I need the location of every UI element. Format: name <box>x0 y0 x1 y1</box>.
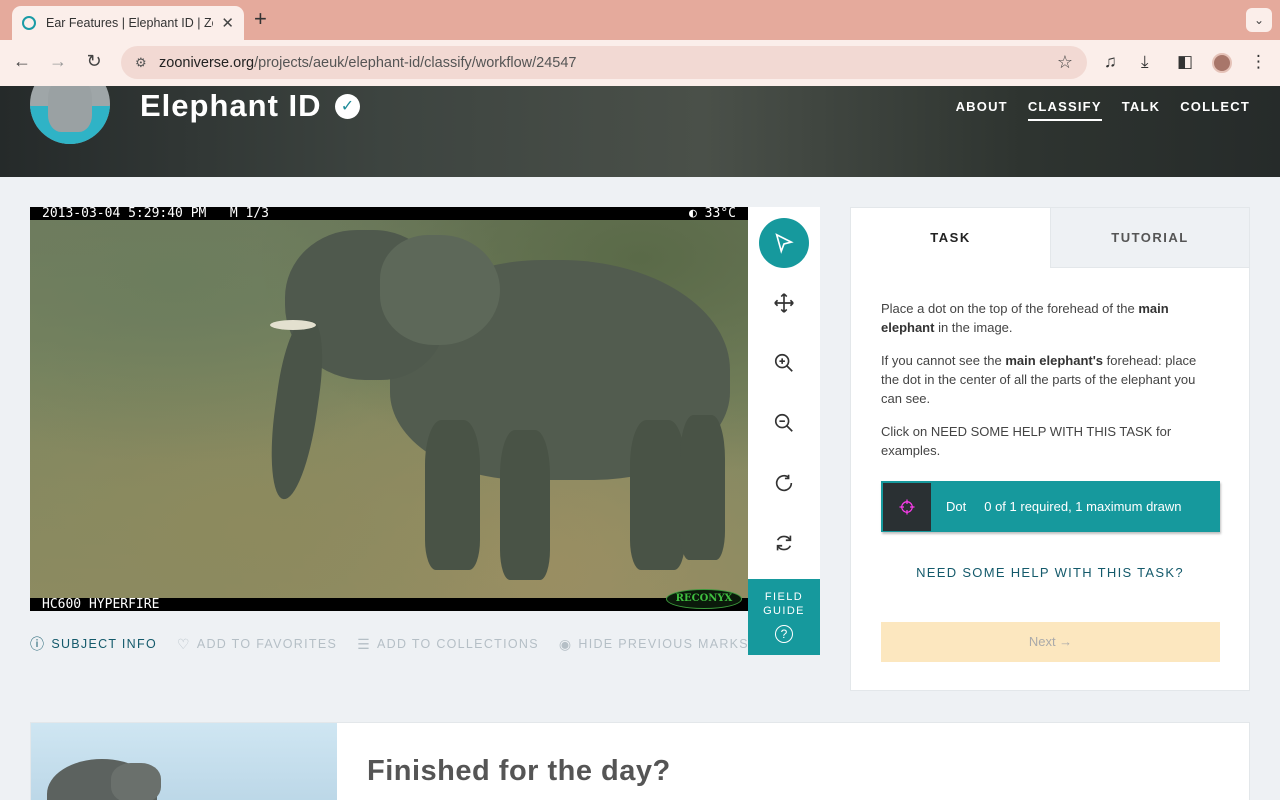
dot-tool-label: Dot <box>946 499 967 514</box>
eye-icon: ◉ <box>558 635 573 652</box>
field-guide-line1: FIELD <box>764 591 804 603</box>
hide-marks-label: HIDE PREVIOUS MARKS <box>578 637 749 651</box>
collections-label: ADD TO COLLECTIONS <box>376 637 539 651</box>
dot-tool-button[interactable]: Dot 0 of 1 required, 1 maximum drawn <box>881 481 1220 532</box>
zoom-in-button[interactable] <box>759 338 809 388</box>
site-settings-icon[interactable]: ⚙ <box>135 55 149 71</box>
zoom-in-icon <box>774 353 793 372</box>
next-button[interactable]: Next → <box>881 622 1220 662</box>
kebab-menu-icon[interactable]: ⋮ <box>1250 52 1267 72</box>
download-icon[interactable]: ⤓ <box>1141 52 1149 72</box>
reset-button[interactable] <box>759 518 809 568</box>
elephant-photo <box>30 220 748 604</box>
side-panel-icon[interactable]: ◧ <box>1177 52 1193 72</box>
bookmark-star-icon[interactable]: ☆ <box>1057 52 1073 73</box>
media-controls-icon[interactable]: ♫ <box>1104 52 1117 72</box>
finished-card: Finished for the day? <box>30 722 1250 800</box>
rotate-icon <box>775 474 793 492</box>
forward-arrow-icon[interactable]: → <box>46 51 70 72</box>
camera-model: HC600 HYPERFIRE <box>30 598 748 611</box>
nav-about[interactable]: ABOUT <box>956 99 1008 121</box>
hide-previous-marks-button[interactable]: ◉ HIDE PREVIOUS MARKS <box>559 636 749 653</box>
subject-image[interactable]: 2013-03-04 5:29:40 PM M 1/3 ◐ 33°C HC600… <box>30 207 748 611</box>
list-icon: ☰ <box>357 635 371 652</box>
dot-tool-count: 0 of 1 required, 1 maximum drawn <box>984 499 1182 514</box>
image-toolbar <box>748 207 820 579</box>
annotate-pointer-button[interactable] <box>759 218 809 268</box>
tab-title: Ear Features | Elephant ID | Zo <box>46 16 214 30</box>
task-panel: TASK TUTORIAL Place a dot on the top of … <box>850 207 1250 691</box>
favorites-label: ADD TO FAVORITES <box>196 637 338 651</box>
verified-check-icon: ✓ <box>335 94 360 119</box>
question-icon: ? <box>775 625 793 643</box>
tab-tutorial[interactable]: TUTORIAL <box>1050 208 1249 268</box>
close-tab-icon[interactable]: ✕ <box>221 14 234 32</box>
finished-title: Finished for the day? <box>367 755 671 787</box>
camera-timestamp: 2013-03-04 5:29:40 PM M 1/3 <box>30 207 748 220</box>
need-help-link[interactable]: NEED SOME HELP WITH THIS TASK? <box>851 565 1249 580</box>
project-nav: ABOUT CLASSIFY TALK COLLECT <box>956 99 1250 121</box>
project-avatar[interactable] <box>30 86 110 144</box>
reset-icon <box>776 535 792 551</box>
back-arrow-icon[interactable]: ← <box>10 51 34 72</box>
tab-task[interactable]: TASK <box>851 208 1050 268</box>
browser-tab-strip: Ear Features | Elephant ID | Zo ✕ + ⌄ <box>0 0 1280 40</box>
move-button[interactable] <box>759 278 809 328</box>
reconyx-logo: RECONYX <box>666 589 742 609</box>
add-to-favorites-button[interactable]: ♡ ADD TO FAVORITES <box>177 636 337 653</box>
info-icon: ⓘ <box>30 636 46 652</box>
move-icon <box>774 293 794 313</box>
url-path: /projects/aeuk/elephant-id/classify/work… <box>254 54 577 71</box>
browser-toolbar: ← → ↻ ⚙ zooniverse.org/projects/aeuk/ele… <box>0 40 1280 86</box>
subject-actions: ⓘ SUBJECT INFO ♡ ADD TO FAVORITES ☰ ADD … <box>30 634 769 654</box>
camera-temperature: ◐ 33°C <box>689 207 736 221</box>
subject-info-label: SUBJECT INFO <box>51 637 157 651</box>
nav-collect[interactable]: COLLECT <box>1180 99 1250 121</box>
add-to-collections-button[interactable]: ☰ ADD TO COLLECTIONS <box>357 636 539 653</box>
field-guide-line2: GUIDE <box>763 605 805 617</box>
url-host: zooniverse.org <box>159 54 255 71</box>
task-tabs: TASK TUTORIAL <box>851 208 1249 268</box>
zoom-out-icon <box>774 413 793 432</box>
reload-icon[interactable]: ↻ <box>82 51 106 72</box>
rotate-button[interactable] <box>759 458 809 508</box>
task-instructions: Place a dot on the top of the forehead o… <box>881 301 1197 458</box>
project-header: Elephant ID ✓ ABOUT CLASSIFY TALK COLLEC… <box>0 86 1280 177</box>
project-title[interactable]: Elephant ID <box>140 88 322 124</box>
nav-classify[interactable]: CLASSIFY <box>1027 99 1102 121</box>
subject-info-button[interactable]: ⓘ SUBJECT INFO <box>30 634 157 654</box>
new-tab-button[interactable]: + <box>254 8 267 30</box>
dot-swatch <box>883 482 931 531</box>
nav-talk[interactable]: TALK <box>1122 99 1161 121</box>
finished-elephant-image <box>31 723 337 800</box>
zoom-out-button[interactable] <box>759 398 809 448</box>
zooniverse-favicon-icon <box>22 16 36 30</box>
browser-tab[interactable]: Ear Features | Elephant ID | Zo ✕ <box>12 6 244 40</box>
pointer-icon <box>775 233 794 254</box>
crosshair-icon <box>899 499 915 514</box>
profile-avatar[interactable] <box>1212 53 1232 73</box>
heart-icon: ♡ <box>176 635 191 652</box>
tab-search-chevron-icon[interactable]: ⌄ <box>1246 8 1272 32</box>
address-bar[interactable]: ⚙ zooniverse.org/projects/aeuk/elephant-… <box>121 46 1087 79</box>
